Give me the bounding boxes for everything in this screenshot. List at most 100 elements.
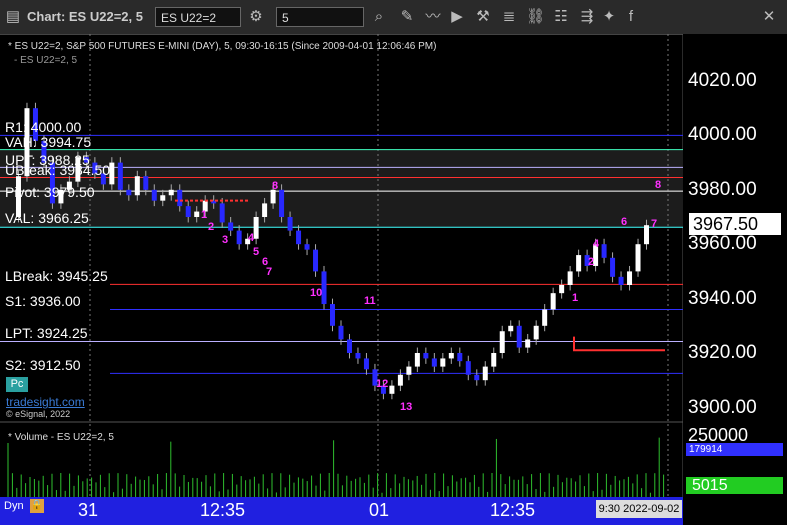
candle-body xyxy=(109,162,115,185)
candle-body xyxy=(134,176,140,196)
pc-button[interactable]: Pc xyxy=(6,377,28,392)
cursor-icon[interactable]: ☷ xyxy=(552,8,570,26)
candle-body xyxy=(635,244,641,272)
facebook-icon[interactable]: f xyxy=(622,8,640,26)
candle-body xyxy=(287,217,293,231)
candle-body xyxy=(431,358,437,367)
level-lpt: LPT: 3924.25 xyxy=(5,325,88,341)
twitter-icon[interactable]: ✦ xyxy=(600,8,618,26)
candle-body xyxy=(117,162,123,190)
candle-body xyxy=(296,230,302,245)
level-lbreak: LBreak: 3945.25 xyxy=(5,268,108,284)
setup-marker: 12 xyxy=(376,378,388,390)
candle-body xyxy=(550,293,556,310)
dyn-label[interactable]: Dyn xyxy=(4,500,24,512)
search-icon[interactable]: ⌕ xyxy=(370,8,388,26)
line-chart-icon[interactable]: 〰 xyxy=(424,8,442,26)
chart-toolbar: ▤ Chart: ES U22=2, 5 ES U22=2 ⚙ 5 ⌕ ✎ 〰 … xyxy=(0,0,787,35)
level-s2: S2: 3912.50 xyxy=(5,357,81,373)
candle-body xyxy=(330,304,335,326)
candle-body xyxy=(474,374,480,381)
time-label: 12:35 xyxy=(200,500,246,520)
candle-body xyxy=(346,339,352,353)
candle-body xyxy=(177,189,183,207)
link-icon[interactable]: ⛓ xyxy=(526,8,545,26)
candle-body xyxy=(644,225,650,245)
tools-icon[interactable]: ⚒ xyxy=(474,8,492,26)
play-icon[interactable]: ▶ xyxy=(448,8,466,26)
level-ubreak: UBreak: 3984.50 xyxy=(5,162,111,178)
esignal-credit: © eSignal, 2022 xyxy=(6,409,71,419)
candle-body xyxy=(313,249,319,272)
candle-body xyxy=(397,374,403,386)
setup-marker: 6 xyxy=(621,216,627,228)
setup-marker: 7 xyxy=(266,266,272,278)
candle-body xyxy=(516,325,522,348)
chart-panel[interactable]: 1 2 3 4 5 6 7 8 10 11 12 13 1 2 4 6 7 8 xyxy=(0,34,787,525)
candle-body xyxy=(533,325,539,340)
gear-icon[interactable]: ⚙ xyxy=(247,8,265,26)
candle-body xyxy=(567,271,573,285)
candle-body xyxy=(304,244,310,250)
candle-body xyxy=(576,255,582,272)
candle-body xyxy=(457,353,463,362)
candle-body xyxy=(355,353,361,359)
price-tick: 3900.00 xyxy=(688,397,757,418)
candle-body xyxy=(168,189,174,196)
setup-marker: 8 xyxy=(272,180,278,192)
candle-body xyxy=(618,276,624,285)
candle-body xyxy=(143,176,149,190)
candle-body xyxy=(440,358,446,367)
candle-body xyxy=(542,309,548,326)
list-icon[interactable]: ≣ xyxy=(500,8,518,26)
share-icon[interactable]: ⇶ xyxy=(578,8,596,26)
candle-body xyxy=(465,361,471,375)
chart-window-icon: ▤ xyxy=(5,8,21,25)
symbol-input[interactable]: ES U22=2 xyxy=(155,7,241,27)
setup-marker: 4 xyxy=(248,232,255,244)
candle-body xyxy=(253,217,259,239)
candle-body xyxy=(389,385,395,394)
candle-body xyxy=(414,353,420,367)
setup-marker: 5 xyxy=(253,246,259,258)
level-val: VAL: 3966.25 xyxy=(5,210,89,226)
candle-body xyxy=(151,189,157,201)
candle-body xyxy=(508,325,514,332)
setup-marker: 2 xyxy=(208,221,214,233)
price-tick: 3960.00 xyxy=(688,233,757,254)
candle-body xyxy=(482,366,488,381)
setup-marker: 10 xyxy=(310,287,322,299)
candle-body xyxy=(160,195,166,201)
volume-current-badge: 179914 xyxy=(686,443,783,456)
interval-input[interactable]: 5 xyxy=(276,7,364,27)
candle-body xyxy=(627,271,633,285)
time-label: 31 xyxy=(78,500,99,520)
level-vah: VAH: 3994.75 xyxy=(5,134,92,150)
candle-body xyxy=(219,203,225,223)
price-tick: 3920.00 xyxy=(688,342,757,363)
tradesight-logo[interactable]: tradesight.com xyxy=(6,395,85,409)
time-axis[interactable]: 31 12:35 01 12:35 xyxy=(0,497,683,525)
chart-header: * ES U22=2, S&P 500 FUTURES E-MINI (DAY)… xyxy=(8,41,437,52)
candle-body xyxy=(601,244,607,258)
candle-body xyxy=(406,366,412,375)
level-pivot: Pivot: 3979.50 xyxy=(5,184,95,200)
candle-body xyxy=(236,230,242,245)
setup-marker: 8 xyxy=(655,179,661,191)
setup-marker: 7 xyxy=(651,218,657,230)
candle-body xyxy=(126,189,132,196)
candle-body xyxy=(448,353,454,359)
candle-body xyxy=(559,285,565,294)
edit-icon[interactable]: ✎ xyxy=(398,8,416,26)
level-s1: S1: 3936.00 xyxy=(5,293,81,309)
level-r1: R1: 4000.00 xyxy=(5,119,82,135)
price-chart[interactable]: 123 45678101112131246 78 xyxy=(0,34,787,525)
candle-body xyxy=(185,206,191,217)
time-label: 12:35 xyxy=(490,500,536,520)
time-label: 01 xyxy=(369,500,390,520)
close-icon[interactable]: ✕ xyxy=(760,8,778,26)
candle-body xyxy=(321,271,327,305)
break-stub xyxy=(573,336,665,352)
candle-body xyxy=(194,211,200,217)
lock-icon[interactable]: 🔒 xyxy=(30,499,44,513)
